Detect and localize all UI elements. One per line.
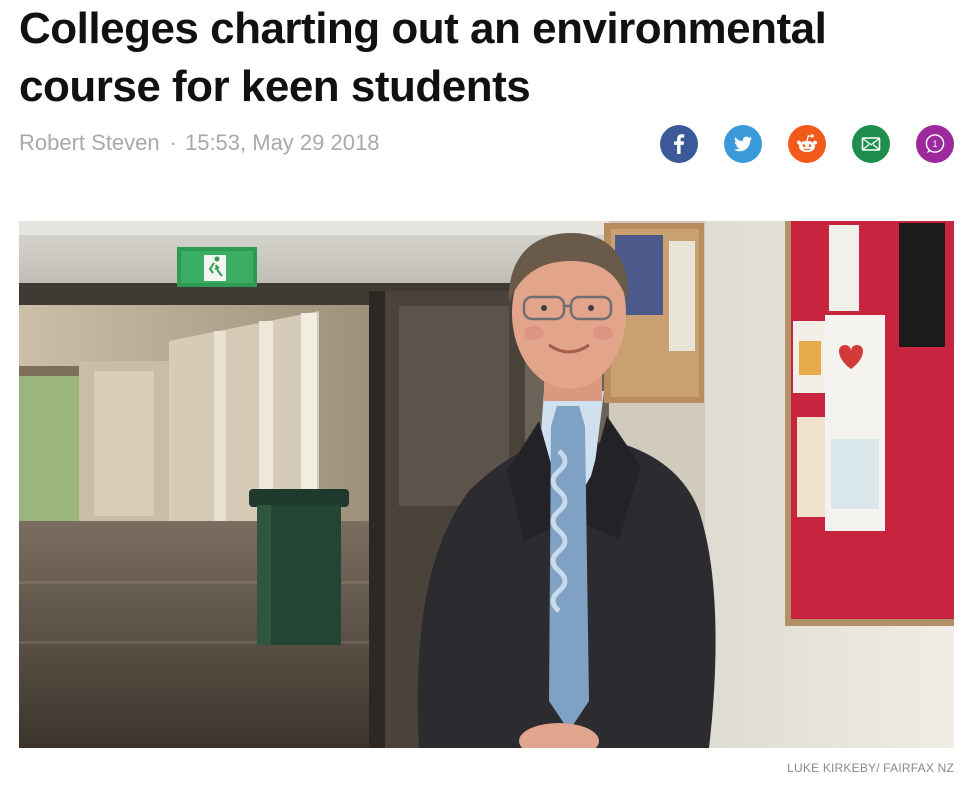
facebook-share-button[interactable]	[660, 125, 698, 163]
article-photo	[19, 221, 954, 748]
twitter-bird-icon	[734, 136, 752, 152]
envelope-icon	[861, 137, 881, 151]
byline: Robert Steven · 15:53, May 29 2018	[19, 130, 379, 156]
email-share-button[interactable]	[852, 125, 890, 163]
share-bar: 1	[660, 125, 954, 163]
facebook-icon	[674, 134, 685, 154]
hallway-portrait-image	[19, 221, 954, 748]
comment-bubble-icon: 1	[925, 134, 945, 154]
publish-timestamp: 15:53, May 29 2018	[184, 130, 380, 155]
article-headline: Colleges charting out an environmental c…	[19, 4, 827, 111]
reddit-icon	[797, 134, 817, 153]
exit-running-man-icon	[204, 255, 226, 281]
comment-count: 1	[932, 139, 937, 149]
byline-separator: ·	[169, 130, 177, 155]
photo-credit: LUKE KIRKEBY/ FAIRFAX NZ	[787, 761, 954, 775]
comments-button[interactable]: 1	[916, 125, 954, 163]
reddit-share-button[interactable]	[788, 125, 826, 163]
twitter-share-button[interactable]	[724, 125, 762, 163]
author-name[interactable]: Robert Steven	[19, 130, 160, 155]
